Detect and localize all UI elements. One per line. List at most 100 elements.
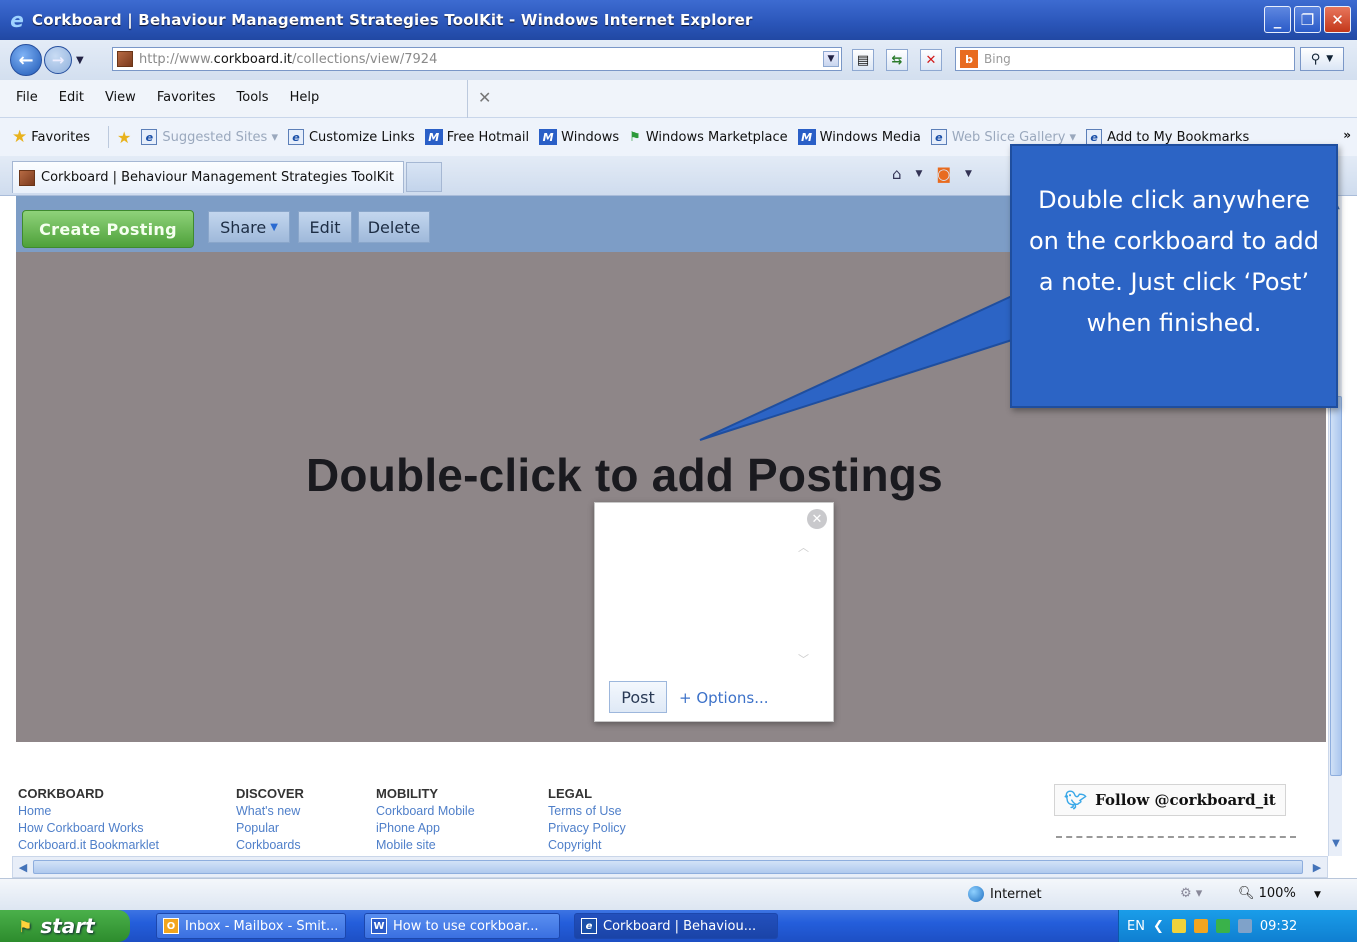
forward-arrow-icon[interactable]: →: [44, 46, 72, 74]
language-indicator[interactable]: EN: [1127, 919, 1145, 934]
fav-windows-marketplace[interactable]: ⚑ Windows Marketplace: [629, 130, 787, 145]
twitter-icon: 🐦︎: [1064, 789, 1088, 811]
search-input[interactable]: b Bing: [955, 47, 1295, 71]
stop-icon[interactable]: ✕: [920, 49, 942, 71]
clock: 09:32: [1259, 918, 1298, 934]
footer-link[interactable]: Mobile site: [376, 837, 475, 854]
fav-hotmail-label: Free Hotmail: [446, 129, 530, 145]
fav-web-slice-gallery[interactable]: e Web Slice Gallery ▾: [930, 129, 1076, 145]
add-favorites-icon[interactable]: ★: [117, 128, 131, 147]
scroll-left-icon[interactable]: ◀: [15, 859, 31, 875]
window-controls: _ ❐ ✕: [1264, 6, 1351, 33]
url-dropdown-icon[interactable]: ▼: [823, 51, 839, 67]
scroll-down-icon[interactable]: ▼: [1329, 836, 1342, 850]
close-toolbar-icon[interactable]: ✕: [478, 88, 491, 107]
new-tab-button[interactable]: [406, 162, 442, 192]
fav-windows-media[interactable]: M Windows Media: [797, 129, 921, 145]
fav-media-label: Windows Media: [819, 129, 921, 145]
footer-heading: DISCOVER: [236, 786, 304, 801]
fav-suggested-sites[interactable]: e Suggested Sites ▾: [141, 129, 278, 145]
footer-link[interactable]: How Corkboard Works: [18, 820, 159, 837]
start-button[interactable]: ⚑ start: [0, 910, 130, 942]
delete-button[interactable]: Delete: [358, 211, 430, 243]
footer-link[interactable]: Popular: [236, 820, 304, 837]
taskbar-item-outlook[interactable]: O Inbox - Mailbox - Smit...: [156, 913, 346, 939]
rss-icon[interactable]: ◙: [936, 165, 951, 183]
footer-link[interactable]: Copyright: [548, 837, 626, 854]
edit-button[interactable]: Edit: [298, 211, 352, 243]
compatibility-icon[interactable]: ▤: [852, 49, 874, 71]
close-icon[interactable]: ✕: [807, 509, 827, 529]
outlook-icon: O: [163, 918, 179, 934]
post-button[interactable]: Post: [609, 681, 667, 713]
tab-corkboard[interactable]: Corkboard | Behaviour Management Strateg…: [12, 161, 404, 193]
vertical-scroll-thumb[interactable]: [1330, 396, 1342, 776]
tray-display-icon[interactable]: [1237, 919, 1252, 933]
options-link[interactable]: + Options...: [679, 689, 769, 707]
home-icon[interactable]: ⌂: [892, 165, 902, 183]
fav-add-bookmarks[interactable]: e Add to My Bookmarks: [1086, 129, 1249, 145]
fav-windows[interactable]: M Windows: [539, 129, 619, 145]
menu-view[interactable]: View: [105, 90, 136, 105]
menu-separator: [467, 80, 468, 118]
fav-customize-label: Customize Links: [308, 129, 415, 145]
zoom-control[interactable]: 🔍︎ 100% ▼: [1238, 886, 1321, 901]
menu-edit[interactable]: Edit: [59, 90, 84, 105]
menu-file[interactable]: File: [16, 90, 38, 105]
scroll-right-icon[interactable]: ▶: [1309, 859, 1325, 875]
footer-link[interactable]: Corkboard Mobile: [376, 803, 475, 820]
back-arrow-icon[interactable]: ←: [10, 44, 42, 76]
horizontal-scrollbar[interactable]: ◀ ▶: [12, 856, 1328, 878]
tray-arrow-icon[interactable]: ❮: [1153, 919, 1164, 934]
minimize-button[interactable]: _: [1264, 6, 1291, 33]
zoom-level: 100%: [1258, 886, 1296, 901]
refresh-icon[interactable]: ⇆: [886, 49, 908, 71]
taskbar: ⚑ start O Inbox - Mailbox - Smit... W How t…: [0, 910, 1357, 942]
chevron-more-icon[interactable]: »: [1343, 128, 1351, 142]
fav-customize-links[interactable]: e Customize Links: [287, 129, 415, 145]
search-icon: ⚲: [1310, 51, 1321, 67]
footer-heading: CORKBOARD: [18, 786, 104, 801]
protected-mode-icon[interactable]: ⚙ ▾: [1180, 886, 1202, 901]
rss-dropdown-icon[interactable]: ▼: [965, 165, 972, 183]
footer-link[interactable]: Corkboards: [236, 837, 304, 854]
footer-link[interactable]: iPhone App: [376, 820, 475, 837]
fav-free-hotmail[interactable]: M Free Hotmail: [424, 129, 530, 145]
new-note[interactable]: ✕ ︿ ﹀ Post + Options...: [594, 502, 834, 722]
footer-link[interactable]: What's new: [236, 803, 304, 820]
menu-help[interactable]: Help: [290, 90, 320, 105]
taskbar-item-word[interactable]: W How to use corkboar...: [364, 913, 560, 939]
menu-items: File Edit View Favorites Tools Help: [16, 90, 319, 105]
search-options-icon[interactable]: ▼: [1326, 54, 1333, 64]
history-dropdown-icon[interactable]: ▼: [76, 55, 84, 66]
footer-link[interactable]: Privacy Policy: [548, 820, 626, 837]
home-dropdown-icon[interactable]: ▼: [916, 165, 923, 183]
footer-link[interactable]: Corkboard.it Bookmarklet: [18, 837, 159, 854]
tray-network-icon[interactable]: [1215, 919, 1230, 933]
zoom-dropdown-icon[interactable]: ▼: [1314, 890, 1321, 900]
follow-twitter-button[interactable]: 🐦︎ Follow @corkboard_it: [1054, 784, 1286, 816]
task-label: Corkboard | Behaviou...: [603, 918, 757, 934]
note-scroll-down-icon[interactable]: ﹀: [798, 651, 809, 667]
create-posting-button[interactable]: Create Posting: [22, 210, 194, 248]
tray-outlook-icon[interactable]: [1193, 919, 1208, 933]
close-button[interactable]: ✕: [1324, 6, 1351, 33]
footer-link[interactable]: Terms of Use: [548, 803, 626, 820]
horizontal-scroll-thumb[interactable]: [33, 860, 1303, 874]
address-bar[interactable]: http://www. corkboard.it/collections/view…: [112, 47, 842, 71]
footer-link[interactable]: Home: [18, 803, 159, 820]
ie-icon: e: [1086, 129, 1103, 145]
board-heading: Double-click to add Postings: [306, 449, 943, 501]
footer-col-mobility: MOBILITY Corkboard Mobile iPhone App Mob…: [376, 786, 475, 854]
menu-favorites[interactable]: Favorites: [157, 90, 216, 105]
tray-mail-icon[interactable]: [1171, 919, 1186, 933]
search-button[interactable]: ⚲ ▼: [1300, 47, 1344, 71]
address-row: ← → ▼ http://www. corkboard.it/collection…: [0, 40, 1357, 80]
menu-tools[interactable]: Tools: [237, 90, 269, 105]
note-scroll-up-icon[interactable]: ︿: [798, 539, 809, 555]
restore-button[interactable]: ❐: [1294, 6, 1321, 33]
favorites-button[interactable]: Favorites: [31, 130, 90, 145]
share-button[interactable]: Share ▼: [208, 211, 290, 243]
taskbar-item-ie[interactable]: e Corkboard | Behaviou...: [574, 913, 778, 939]
url-path: /collections/view/7924: [292, 51, 438, 67]
